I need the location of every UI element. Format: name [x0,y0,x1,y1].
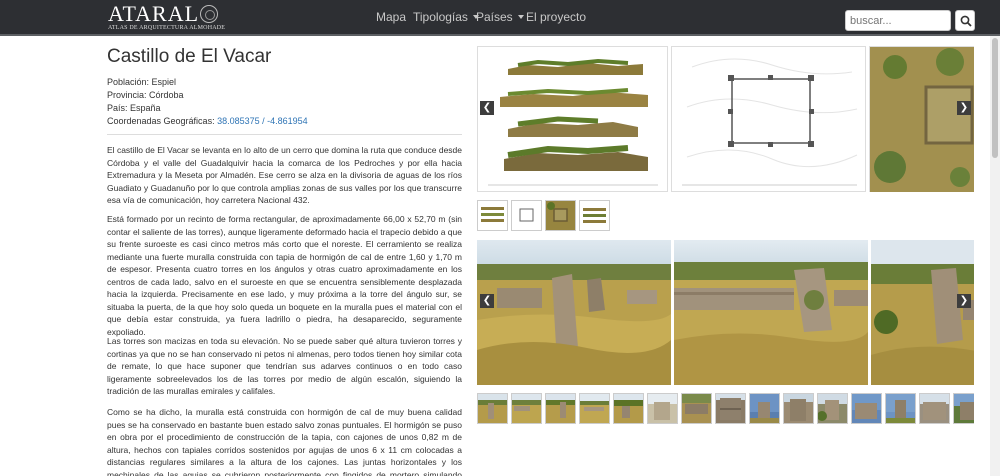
elevations-drawing-image [488,58,658,186]
logo-tagline: ATLAS DE ARQUITECTURA ALMOHADE [108,25,226,31]
aerial-photo-image [870,47,974,192]
drawing-thumb-2[interactable] [511,200,542,231]
thumb-image [519,208,534,222]
photo-thumb-4[interactable] [579,393,610,424]
photo-thumb-3[interactable] [545,393,576,424]
drawings-prev-button[interactable]: ❮ [480,101,494,115]
thumb-image [920,394,949,420]
photo-thumb-13[interactable] [885,393,916,424]
drawing-aerial[interactable] [869,46,974,192]
site-logo[interactable]: ATARAL ATLAS DE ARQUITECTURA ALMOHADE [108,1,225,33]
paragraph-4: Como se ha dicho, la muralla está constr… [107,407,462,476]
photo-thumb-6[interactable] [647,393,678,424]
photo-thumb-12[interactable] [851,393,882,424]
thumb-image [817,394,847,421]
thumb-image [954,394,974,420]
photo-thumb-11[interactable] [817,393,848,424]
photo-1[interactable] [477,240,671,385]
info-coordenadas: Coordenadas Geográficas: 38.085375 / -4.… [107,116,308,126]
top-navbar: ATARAL ATLAS DE ARQUITECTURA ALMOHADE Ma… [0,0,1000,36]
info-pais: País: España [107,103,161,113]
thumb-image [481,207,504,222]
ruin-photo-image [477,240,671,385]
photo-thumb-14[interactable] [919,393,950,424]
coords-label: Coordenadas Geográficas: [107,116,218,126]
thumb-image [784,394,813,421]
paragraph-3: Las torres son macizas en toda su elevac… [107,336,462,396]
paragraph-2: Está formado por un recinto de forma rec… [107,214,462,337]
nav-mapa[interactable]: Mapa [376,10,406,24]
drawings-next-button[interactable]: ❯ [957,101,971,115]
chevron-left-icon: ❮ [482,102,492,113]
thumb-image [546,394,575,418]
photo-thumb-7[interactable] [681,393,712,424]
drawings-carousel: ❮ ❯ [477,46,974,192]
photo-3[interactable] [871,240,974,385]
photo-thumb-15[interactable] [953,393,974,424]
logo-seal-icon [200,5,218,23]
thumb-image [512,394,541,411]
caret-down-icon [517,15,524,19]
ruin-photo-image [871,240,974,385]
thumb-image [682,394,711,414]
info-provincia: Provincia: Córdoba [107,90,184,100]
ruin-photo-image [674,240,868,385]
plan-drawing-image [682,58,858,186]
photo-thumb-1[interactable] [477,393,508,424]
drawing-elevations[interactable] [477,46,668,192]
search-input[interactable] [845,10,951,31]
photos-prev-button[interactable]: ❮ [480,294,494,308]
photo-thumbs-row [477,393,974,425]
photos-next-button[interactable]: ❯ [957,294,971,308]
photo-thumb-2[interactable] [511,393,542,424]
thumb-image [750,394,779,423]
nav-el-proyecto[interactable]: El proyecto [526,10,586,24]
thumb-image [886,394,915,423]
photo-thumb-10[interactable] [783,393,814,424]
scrollbar-thumb[interactable] [992,38,998,158]
photo-2[interactable] [674,240,868,385]
drawing-plan[interactable] [671,46,866,192]
thumb-image [546,201,575,230]
thumb-image [478,394,507,419]
thumb-image [580,394,609,411]
paragraph-1: El castillo de El Vacar se levanta en lo… [107,145,462,205]
thumb-image [852,394,881,419]
photo-thumb-8[interactable] [715,393,746,424]
chevron-right-icon: ❯ [959,102,969,113]
drawing-thumb-1[interactable] [477,200,508,231]
thumb-image [716,394,745,420]
photo-thumb-9[interactable] [749,393,780,424]
logo-wordmark: ATARAL [108,1,200,26]
photos-carousel: ❮ ❯ [477,240,974,385]
drawing-thumb-4[interactable] [579,200,610,231]
search-icon [960,15,972,27]
divider [107,134,462,135]
chevron-left-icon: ❮ [482,295,492,306]
page-title: Castillo de El Vacar [107,46,272,67]
nav-paises[interactable]: Países [476,10,524,24]
chevron-right-icon: ❯ [959,295,969,306]
search-button[interactable] [955,10,975,31]
nav-tipologias[interactable]: Tipologías [413,10,479,24]
thumb-image [614,394,643,418]
thumb-image [583,208,606,223]
page-scrollbar[interactable] [990,36,1000,476]
drawing-thumb-3[interactable] [545,200,576,231]
coords-link[interactable]: 38.085375 / -4.861954 [217,116,308,126]
photo-thumb-5[interactable] [613,393,644,424]
info-poblacion: Población: Espiel [107,77,177,87]
thumb-image [648,394,677,420]
